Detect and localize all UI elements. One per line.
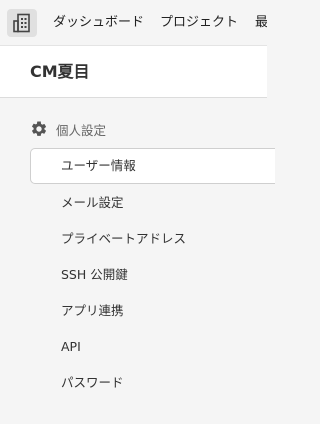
settings-item-api[interactable]: API bbox=[30, 329, 275, 365]
settings-item-mail[interactable]: メール設定 bbox=[30, 185, 275, 221]
settings-item-private-address[interactable]: プライベートアドレス bbox=[30, 221, 275, 257]
building-icon[interactable] bbox=[7, 9, 37, 37]
personal-settings-header: 個人設定 bbox=[30, 116, 106, 142]
settings-item-password[interactable]: パスワード bbox=[30, 365, 275, 401]
page-title: CM夏目 bbox=[30, 62, 90, 81]
gear-icon bbox=[32, 121, 47, 136]
settings-item-user-info[interactable]: ユーザー情報 bbox=[30, 148, 275, 184]
nav-recent-link[interactable]: 最 bbox=[255, 0, 267, 45]
settings-item-app-integration[interactable]: アプリ連携 bbox=[30, 293, 275, 329]
page-title-bar: CM夏目 bbox=[0, 46, 267, 98]
nav-dashboard-link[interactable]: ダッシュボード bbox=[53, 0, 144, 45]
nav-projects-link[interactable]: プロジェクト bbox=[160, 0, 238, 45]
section-label: 個人設定 bbox=[56, 122, 107, 138]
settings-item-ssh-key[interactable]: SSH 公開鍵 bbox=[30, 257, 275, 293]
top-navigation-bar: ダッシュボード プロジェクト 最 bbox=[0, 0, 267, 46]
